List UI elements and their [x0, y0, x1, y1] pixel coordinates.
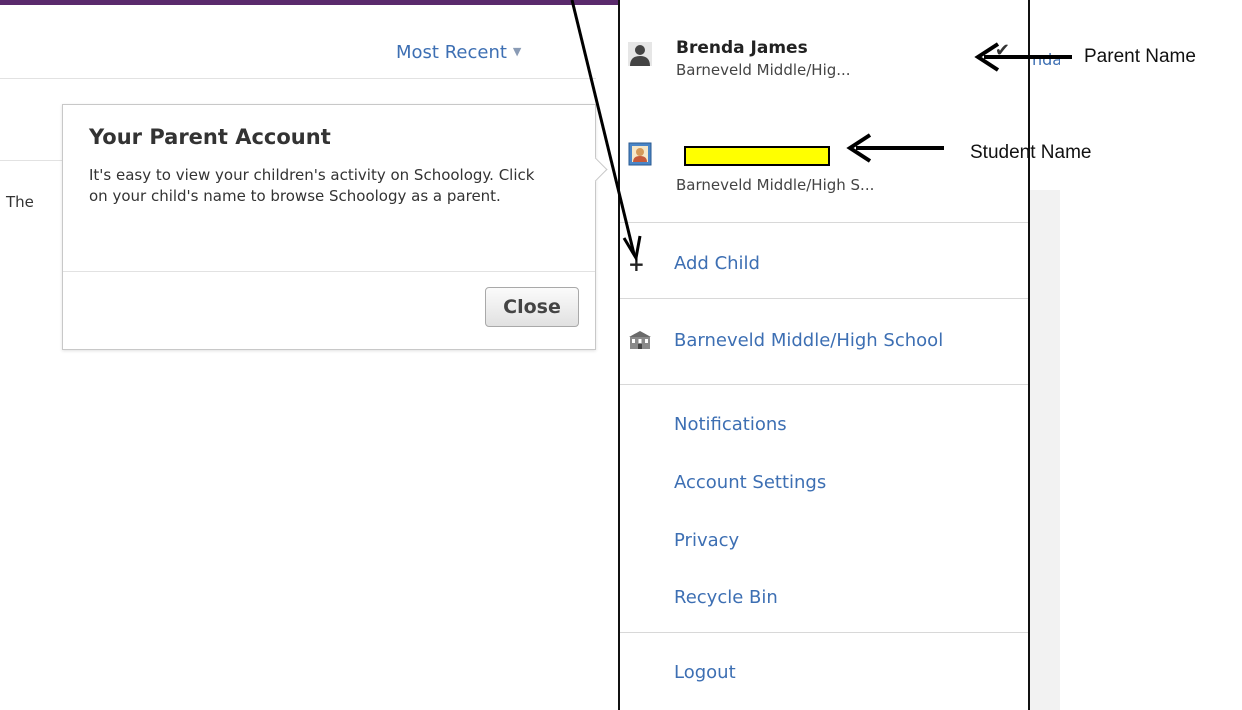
student-name-annotation: Student Name [970, 142, 1092, 163]
feed-divider-secondary [0, 160, 64, 161]
plus-icon: + [628, 252, 645, 276]
privacy-link[interactable]: Privacy [674, 530, 739, 551]
checkmark-icon: ✔ [994, 40, 1010, 61]
sort-dropdown-label: Most Recent [396, 42, 507, 63]
account-settings-link[interactable]: Account Settings [674, 472, 826, 493]
close-button[interactable]: Close [485, 287, 579, 327]
popover-body: It's easy to view your children's activi… [89, 166, 535, 205]
add-child-link[interactable]: Add Child [674, 253, 760, 274]
logout-link[interactable]: Logout [674, 662, 736, 683]
parent-account-popover: Your Parent Account It's easy to view yo… [62, 104, 608, 350]
account-dropdown-menu: Brenda James Barneveld Middle/Hig... ✔ B… [618, 0, 1030, 710]
menu-divider [620, 222, 1028, 223]
school-link[interactable]: Barneveld Middle/High School [674, 330, 943, 351]
background-panel-lower [1030, 190, 1060, 710]
parent-name-annotation: Parent Name [1084, 46, 1196, 67]
student-avatar-icon [628, 142, 652, 166]
parent-account-item[interactable]: Brenda James Barneveld Middle/Hig... ✔ [620, 0, 1028, 80]
sort-dropdown[interactable]: Most Recent ▼ [396, 42, 521, 63]
recycle-bin-link[interactable]: Recycle Bin [674, 587, 778, 608]
caret-down-icon: ▼ [512, 45, 522, 58]
menu-divider [620, 384, 1028, 385]
popover-divider [63, 271, 595, 272]
feed-partial-text: The [6, 193, 34, 211]
popover-title: Your Parent Account [89, 125, 331, 149]
popover-arrow [583, 157, 608, 182]
menu-divider [620, 632, 1028, 633]
person-silhouette-icon [628, 42, 652, 66]
parent-school: Barneveld Middle/Hig... [676, 61, 851, 79]
feed-divider [0, 78, 596, 79]
redacted-student-name [684, 146, 830, 166]
school-building-icon [629, 331, 651, 349]
child-school: Barneveld Middle/High S... [676, 176, 875, 194]
menu-divider [620, 298, 1028, 299]
parent-name: Brenda James [676, 38, 808, 58]
background-partial-link: nda [1032, 50, 1060, 69]
main-content-area: Most Recent ▼ The Your Parent Account It'… [0, 0, 608, 710]
notifications-link[interactable]: Notifications [674, 414, 787, 435]
